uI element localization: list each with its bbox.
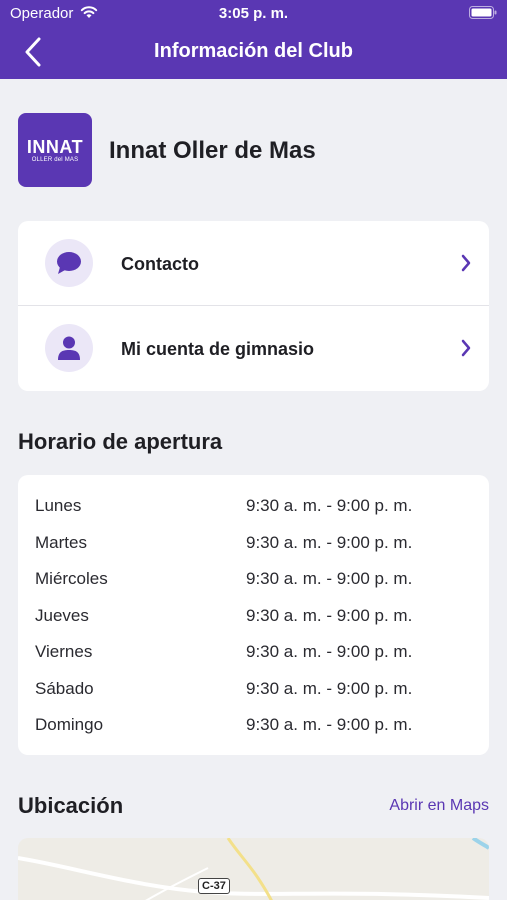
hours-row: Martes 9:30 a. m. - 9:00 p. m. <box>18 533 489 569</box>
page-title: Información del Club <box>154 40 353 62</box>
hours-row: Lunes 9:30 a. m. - 9:00 p. m. <box>18 496 489 532</box>
hours-time: 9:30 a. m. - 9:00 p. m. <box>246 533 413 552</box>
club-name: Innat Oller de Mas <box>109 137 316 164</box>
hours-day: Miércoles <box>35 569 108 588</box>
hours-row: Sábado 9:30 a. m. - 9:00 p. m. <box>18 679 489 715</box>
chat-bubble-icon <box>57 252 81 274</box>
club-logo-text: INNAT <box>26 137 84 157</box>
hours-day: Jueves <box>35 606 89 625</box>
map-background <box>18 838 489 900</box>
status-bar: Operador 3:05 p. m. <box>0 0 507 28</box>
open-in-maps-link[interactable]: Abrir en Maps <box>389 797 489 815</box>
chevron-right-icon <box>461 254 471 272</box>
club-header: INNAT OLLER del MAS Innat Oller de Mas <box>18 113 488 187</box>
chevron-right-icon <box>461 339 471 357</box>
hours-row: Jueves 9:30 a. m. - 9:00 p. m. <box>18 606 489 642</box>
hours-day: Viernes <box>35 642 93 661</box>
opening-hours-card: Lunes 9:30 a. m. - 9:00 p. m. Martes 9:3… <box>18 475 489 755</box>
opening-hours-title: Horario de apertura <box>18 429 223 454</box>
hours-time: 9:30 a. m. - 9:00 p. m. <box>246 606 413 625</box>
club-logo: INNAT OLLER del MAS <box>18 113 92 187</box>
road-label: C-37 <box>198 878 230 894</box>
hours-day: Martes <box>35 533 87 552</box>
hours-time: 9:30 a. m. - 9:00 p. m. <box>246 569 413 588</box>
gym-account-row[interactable]: Mi cuenta de gimnasio <box>18 306 489 391</box>
person-icon <box>58 336 80 360</box>
status-time: 3:05 p. m. <box>218 5 289 22</box>
hours-row: Miércoles 9:30 a. m. - 9:00 p. m. <box>18 569 489 605</box>
hours-row: Viernes 9:30 a. m. - 9:00 p. m. <box>18 642 489 678</box>
club-logo-subtext: OLLER del MAS <box>31 157 79 163</box>
hours-row: Domingo 9:30 a. m. - 9:00 p. m. <box>18 715 489 751</box>
hours-time: 9:30 a. m. - 9:00 p. m. <box>246 679 413 698</box>
hours-time: 9:30 a. m. - 9:00 p. m. <box>246 642 413 661</box>
location-map[interactable]: C-37 <box>18 838 489 900</box>
hours-day: Sábado <box>35 679 94 698</box>
battery-icon <box>469 6 497 19</box>
gym-account-icon-circle <box>45 324 93 372</box>
hours-day: Domingo <box>35 715 104 734</box>
hours-time: 9:30 a. m. - 9:00 p. m. <box>246 496 413 515</box>
contact-row[interactable]: Contacto <box>18 221 489 306</box>
hours-day: Lunes <box>35 496 82 515</box>
header: Operador 3:05 p. m. Información del Club <box>0 0 507 79</box>
nav-bar: Información del Club <box>0 30 507 75</box>
location-title: Ubicación <box>18 793 124 818</box>
menu-card: Contacto Mi cuenta de gimnasio <box>18 221 489 391</box>
hours-time: 9:30 a. m. - 9:00 p. m. <box>246 715 413 734</box>
contact-icon-circle <box>45 239 93 287</box>
gym-account-label: Mi cuenta de gimnasio <box>121 339 315 359</box>
contact-label: Contacto <box>121 254 199 274</box>
